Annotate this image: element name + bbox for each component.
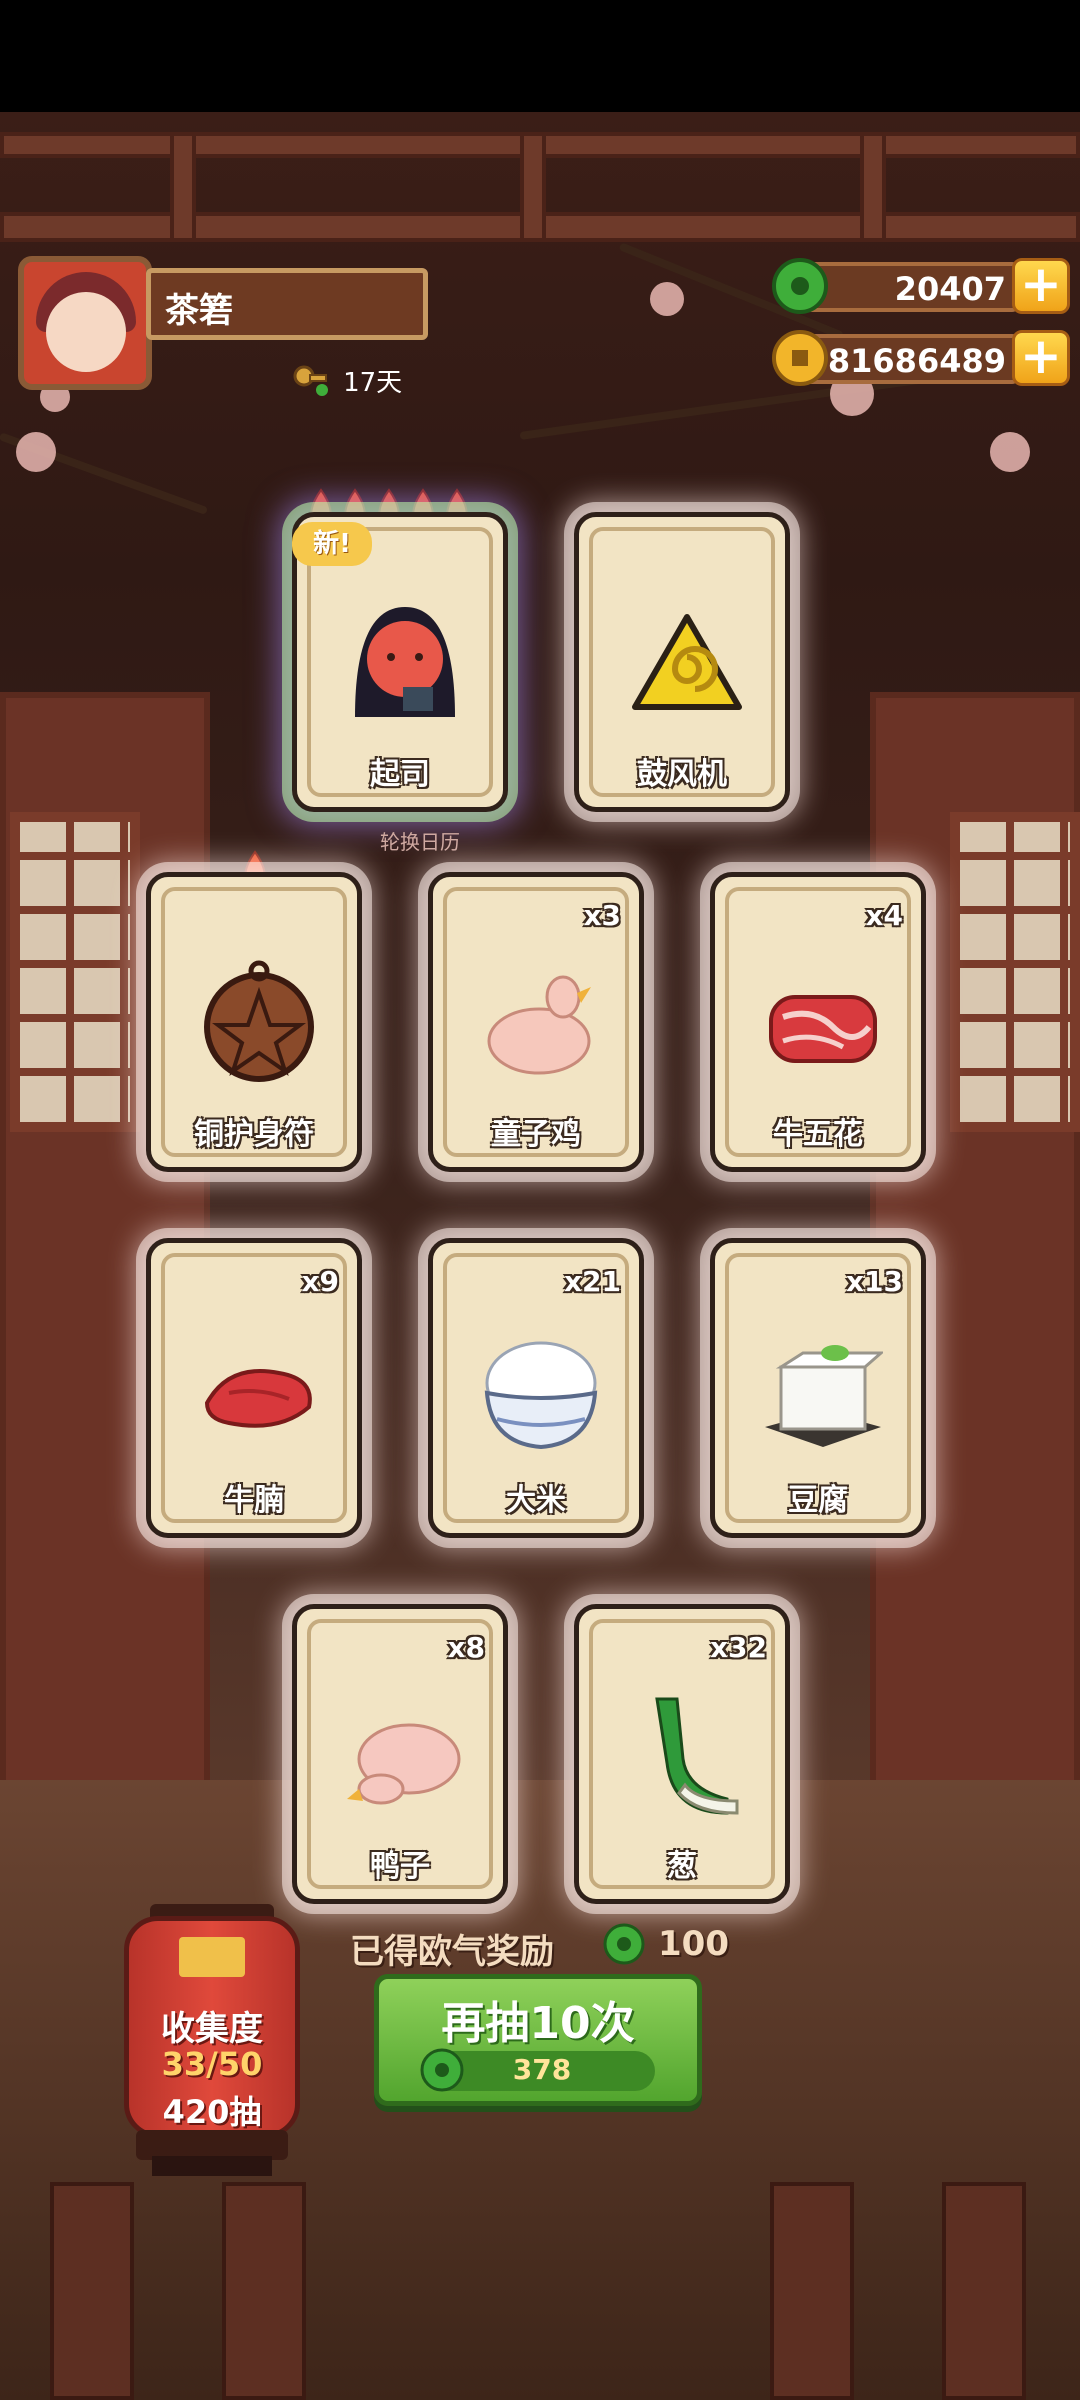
avatar-face	[46, 292, 126, 372]
fence-post	[50, 2182, 134, 2400]
card-label: 童子鸡	[491, 1117, 581, 1152]
card-count: x9	[301, 1265, 339, 1298]
card-count: x13	[845, 1265, 903, 1298]
jade-amount: 20407	[894, 270, 1006, 308]
collection-title: 收集度	[161, 2009, 263, 2049]
fence-post	[222, 2182, 306, 2400]
card-label: 起司	[370, 757, 430, 792]
card-label: 牛腩	[224, 1483, 284, 1518]
card-count: x32	[709, 1631, 767, 1664]
blossom	[16, 432, 56, 472]
card-label: 鼓风机	[637, 757, 727, 792]
reward-value: 100	[658, 1924, 729, 1964]
coin-amount: 81686489	[827, 342, 1006, 380]
jade-icon	[603, 1923, 645, 1965]
player-name-bar: 茶箬	[146, 268, 428, 340]
coin-icon	[772, 330, 828, 386]
left-window	[10, 812, 140, 1132]
card-beef-brisket[interactable]: x9 牛腩	[146, 1238, 362, 1538]
card-duck[interactable]: x8 鸭子	[292, 1604, 508, 1904]
lantern-decoration	[179, 1937, 245, 1977]
beef-brisket-icon	[204, 1369, 312, 1428]
beef-belly-icon	[769, 995, 877, 1063]
roof-post	[520, 132, 546, 242]
card-count: x8	[447, 1631, 485, 1664]
status-bar	[0, 0, 1080, 112]
lantern-stand	[152, 2156, 272, 2176]
cheese-character-icon	[355, 607, 455, 717]
reward-text: 已得欧气奖励	[350, 1932, 554, 1972]
draw-button-label: 再抽10次	[441, 1998, 635, 2049]
add-coin-button[interactable]: +	[1012, 330, 1070, 386]
draw-cost: 378	[420, 2048, 655, 2092]
card-count: x3	[583, 899, 621, 932]
card-blower[interactable]: 鼓风机	[574, 512, 790, 812]
card-tofu[interactable]: x13 豆腐	[710, 1238, 926, 1538]
card-scallion[interactable]: x32 葱	[574, 1604, 790, 1904]
duck-icon	[347, 1723, 461, 1805]
copper-amulet-icon	[204, 960, 314, 1082]
draw-again-button[interactable]: 再抽10次 378	[374, 1974, 702, 2106]
roof-post	[860, 132, 886, 242]
scallion-icon	[655, 1697, 739, 1815]
add-jade-button[interactable]: +	[1012, 258, 1070, 314]
collection-progress: 33/50	[161, 2045, 263, 2083]
login-days: 17天	[292, 362, 402, 402]
fence-post	[770, 2182, 854, 2400]
rice-bowl-icon	[484, 1341, 598, 1450]
card-copper-amulet[interactable]: 铜护身符	[146, 872, 362, 1172]
card-count: x4	[865, 899, 903, 932]
blossom	[650, 282, 684, 316]
key-icon	[293, 365, 328, 396]
jade-icon	[772, 258, 828, 314]
jade-currency: 20407 +	[770, 256, 1070, 316]
chicken-icon	[487, 975, 591, 1075]
blossom	[990, 432, 1030, 472]
card-chicken[interactable]: x3 童子鸡	[428, 872, 644, 1172]
card-label: 牛五花	[773, 1117, 863, 1152]
collection-draws: 420抽	[162, 2093, 262, 2131]
calendar-label: 轮换日历	[380, 830, 460, 854]
draw-cost-value: 378	[512, 2053, 572, 2086]
roof-post	[170, 132, 196, 242]
login-days-text: 17天	[343, 368, 403, 398]
card-count: x21	[563, 1265, 621, 1298]
card-label: 鸭子	[370, 1849, 430, 1884]
player-avatar[interactable]	[18, 256, 152, 390]
right-window	[950, 812, 1080, 1132]
player-name: 茶箬	[165, 291, 233, 331]
card-label: 葱	[667, 1849, 697, 1884]
fence-post	[942, 2182, 1026, 2400]
card-rice[interactable]: x21 大米	[428, 1238, 644, 1538]
blower-icon	[632, 614, 742, 710]
coin-currency: 81686489 +	[770, 328, 1070, 388]
card-label: 铜护身符	[194, 1117, 314, 1152]
coin-bar: 81686489	[800, 334, 1020, 384]
card-label: 豆腐	[788, 1483, 848, 1518]
new-badge: 新!	[292, 522, 372, 566]
jade-bar: 20407	[800, 262, 1020, 312]
tofu-icon	[765, 1345, 883, 1447]
card-label: 大米	[506, 1483, 566, 1518]
card-beef-belly[interactable]: x4 牛五花	[710, 872, 926, 1172]
collection-lantern[interactable]: 收集度 33/50 420抽	[124, 1916, 300, 2138]
